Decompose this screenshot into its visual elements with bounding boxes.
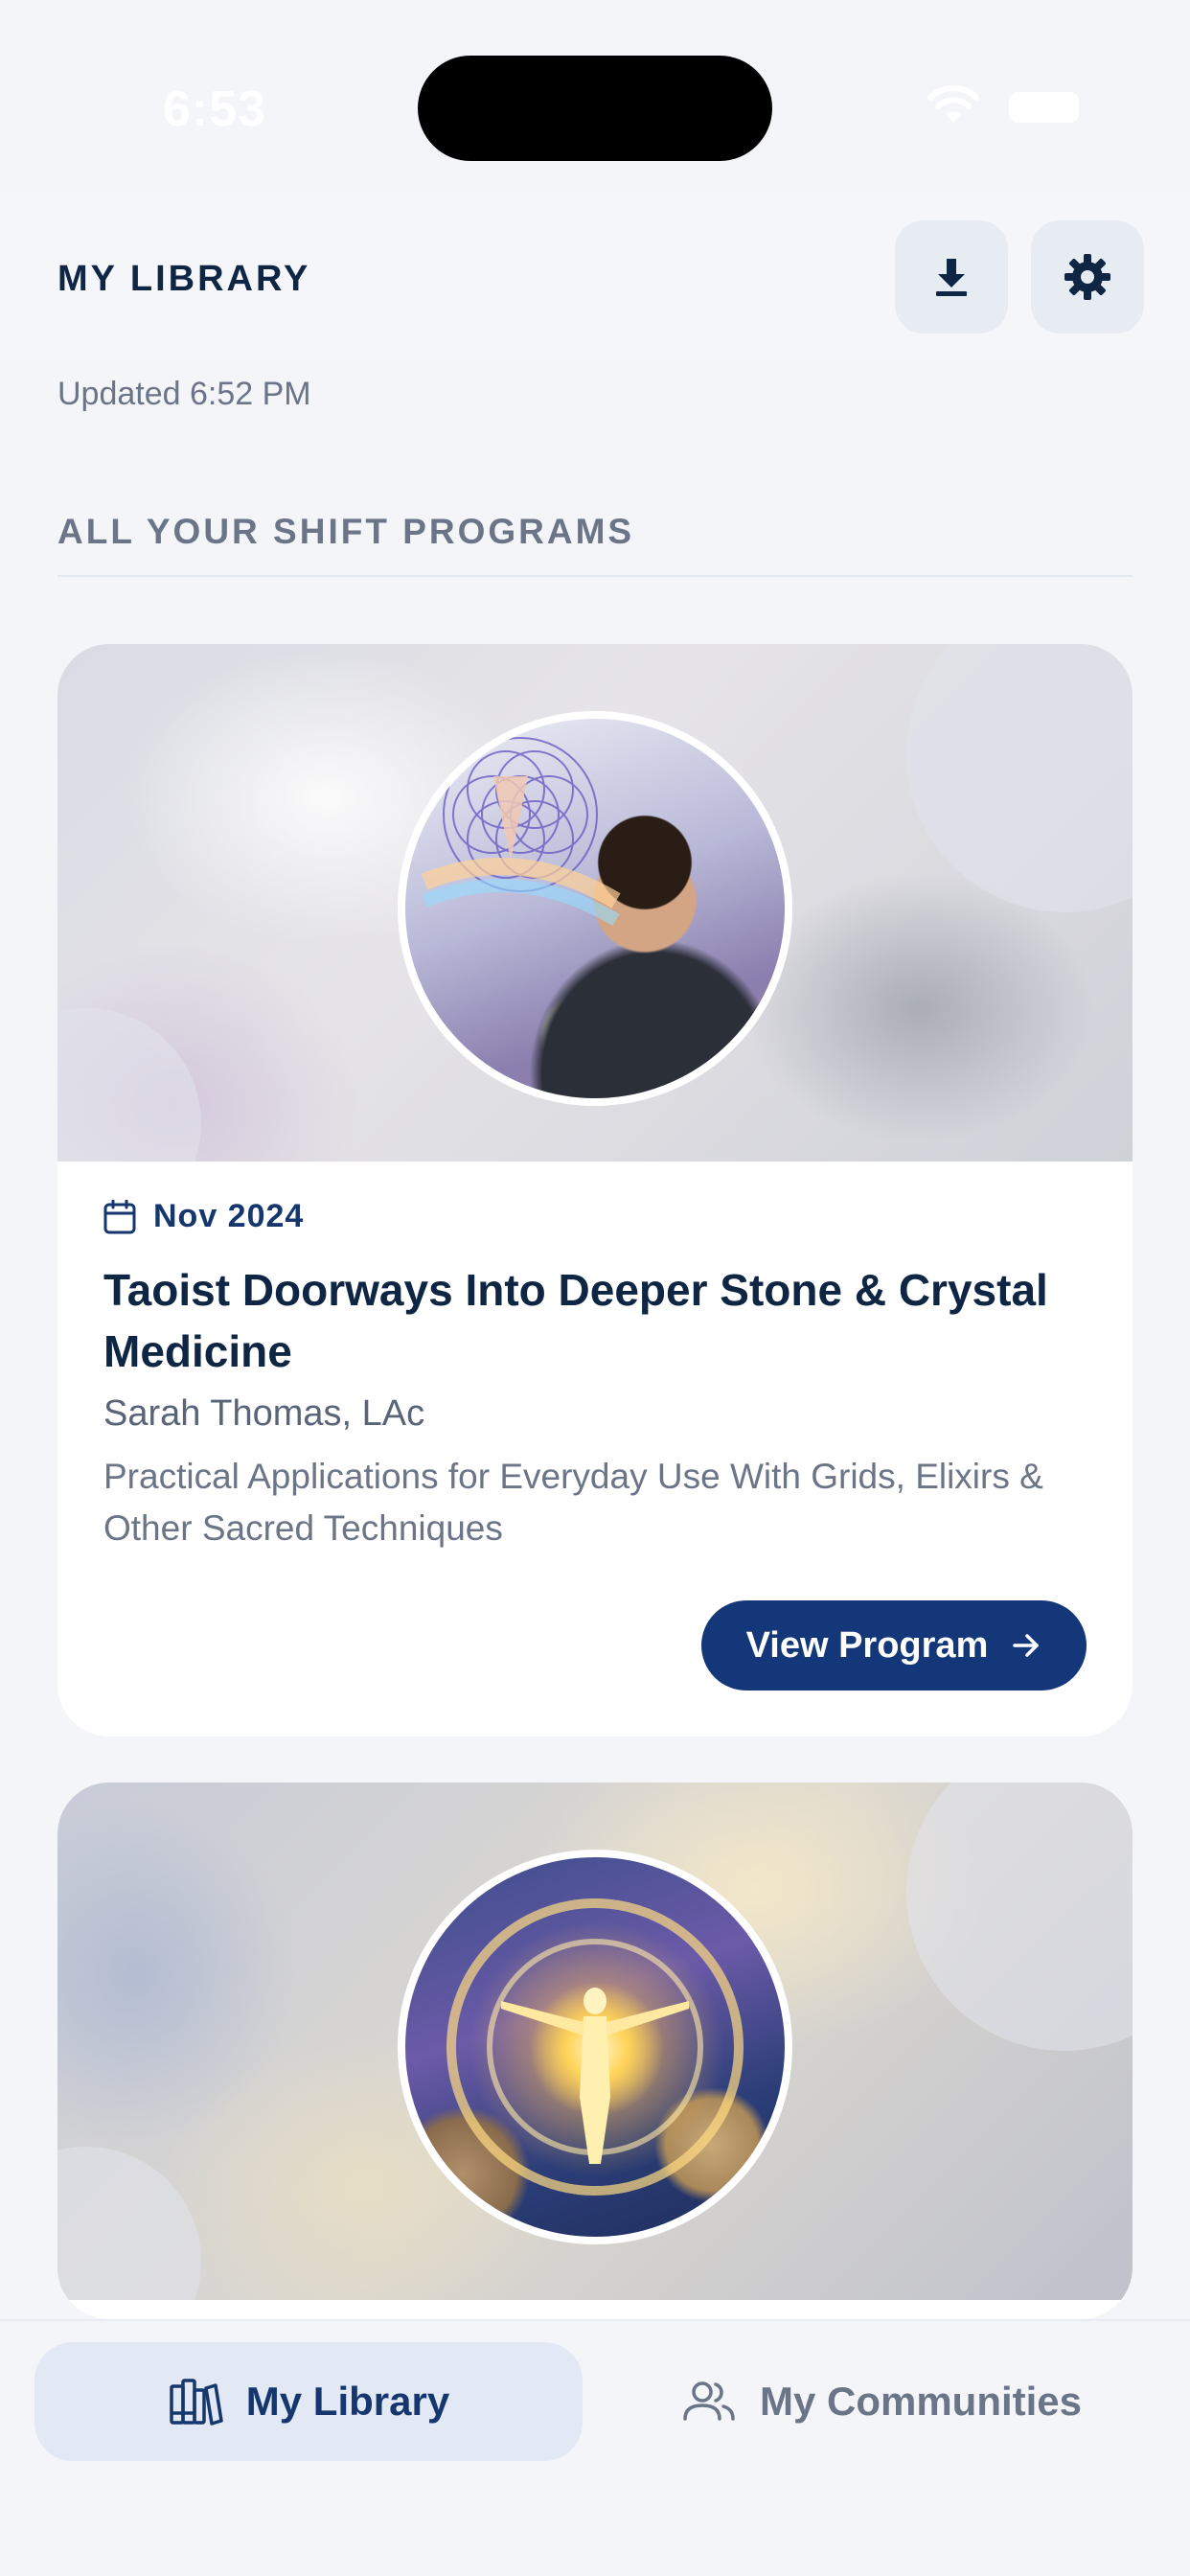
books-icon — [170, 2379, 223, 2426]
program-hero — [57, 644, 1133, 1162]
nav-label-my-communities: My Communities — [759, 2379, 1083, 2424]
settings-button[interactable] — [1031, 220, 1144, 334]
download-icon — [936, 259, 967, 296]
section-divider — [57, 575, 1133, 577]
people-icon — [683, 2381, 735, 2421]
program-hero — [57, 1782, 1133, 2300]
program-date-text: Nov 2024 — [153, 1198, 305, 1234]
bottom-nav: My Library My Communities — [0, 2319, 1190, 2576]
section-title: ALL YOUR SHIFT PROGRAMS — [57, 512, 635, 551]
gear-icon — [1064, 254, 1110, 300]
header: MY LIBRARY — [0, 192, 1190, 360]
nav-label-my-library: My Library — [245, 2379, 450, 2424]
program-cover-image — [398, 1850, 792, 2244]
arrow-right-icon — [1013, 1634, 1040, 1657]
battery-icon — [1009, 92, 1079, 123]
program-description: Practical Applications for Everyday Use … — [103, 1457, 1043, 1548]
program-card[interactable]: Nov 2024 Taoist Doorways Into Deeper Sto… — [57, 644, 1133, 1736]
decorative-circle — [906, 1782, 1133, 2051]
updated-timestamp: Updated 6:52 PM — [57, 376, 311, 412]
decorative-circle — [906, 644, 1133, 912]
view-program-button[interactable]: View Program — [701, 1600, 1087, 1690]
sacred-geometry-graphic — [421, 737, 621, 927]
status-time: 6:53 — [163, 81, 267, 137]
dynamic-island — [418, 56, 772, 161]
calendar-icon — [103, 1199, 136, 1233]
download-button[interactable] — [895, 220, 1008, 334]
program-instructor-photo — [398, 711, 792, 1106]
page-title: MY LIBRARY — [57, 259, 311, 299]
nav-item-my-communities[interactable]: My Communities — [607, 2342, 1156, 2461]
program-card[interactable] — [57, 1782, 1133, 2319]
status-bar: 6:53 — [0, 0, 1190, 192]
view-program-label: View Program — [745, 1624, 989, 1666]
decorative-circle — [57, 1008, 201, 1162]
wifi-icon — [927, 85, 979, 123]
program-title: Taoist Doorways Into Deeper Stone & Crys… — [103, 1265, 1048, 1376]
nav-item-my-library[interactable]: My Library — [34, 2342, 583, 2461]
decorative-circle — [57, 2147, 201, 2300]
cosmic-figure-graphic — [446, 1898, 744, 2196]
program-author: Sarah Thomas, LAc — [103, 1393, 425, 1434]
program-date: Nov 2024 — [103, 1198, 304, 1235]
